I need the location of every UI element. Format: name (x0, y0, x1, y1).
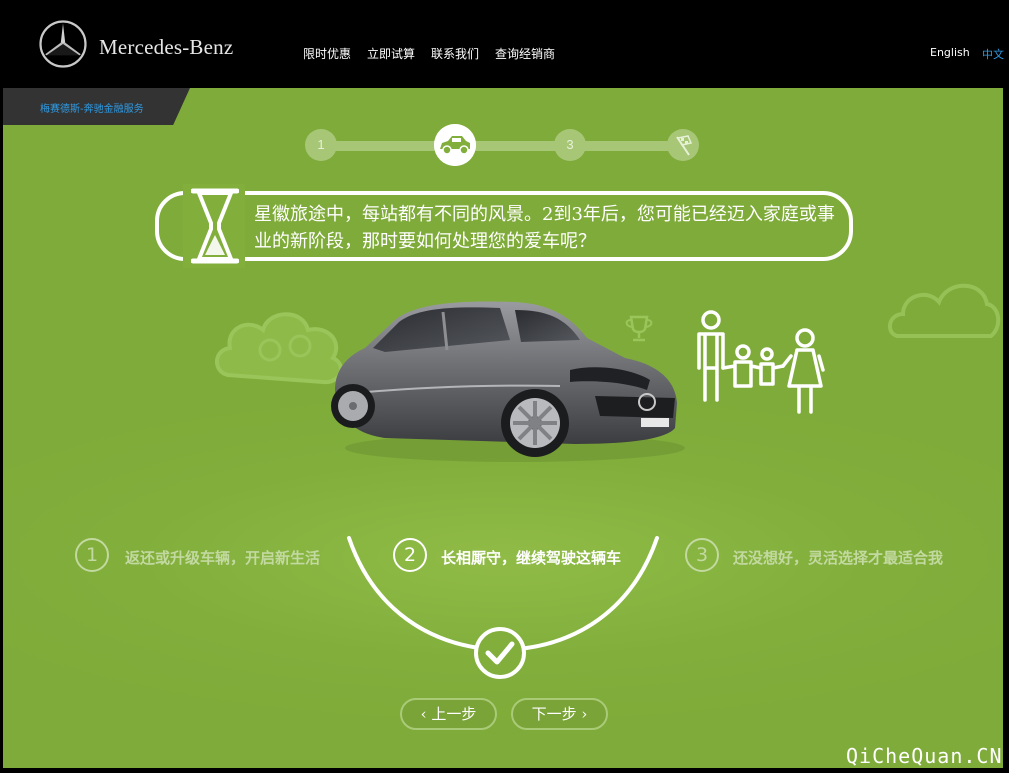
lang-chinese[interactable]: 中文 (982, 46, 1004, 62)
lang-english[interactable]: English (930, 46, 970, 59)
next-step-button[interactable]: 下一步 › (511, 698, 608, 730)
chevron-right-icon: › (576, 705, 588, 723)
car-image (331, 301, 685, 462)
nav-item-offers[interactable]: 限时优惠 (303, 45, 351, 62)
option-3-label[interactable]: 还没想好，灵活选择才最适合我 (733, 547, 943, 568)
progress-track (321, 141, 695, 151)
breadcrumb-link[interactable]: 梅赛德斯-奔驰金融服务 (40, 100, 144, 115)
progress-step-current (434, 124, 476, 166)
watermark-text: QiCheQuan.CN (846, 744, 1003, 768)
hourglass-icon (191, 188, 239, 264)
progress-step-1: 1 (305, 129, 337, 161)
family-icon (697, 310, 825, 414)
mercedes-star-logo[interactable] (38, 19, 88, 69)
question-text: 星徽旅途中，每站都有不同的风景。2到3年后，您可能已经迈入家庭或事业的新阶段，那… (254, 204, 835, 252)
progress-step-3: 3 (554, 129, 586, 161)
chevron-left-icon: ‹ (420, 705, 432, 723)
header-bar: Mercedes-Benz 限时优惠 立即试算 联系我们 查询经销商 Engli… (0, 0, 1009, 88)
checkmark-icon (485, 641, 515, 665)
cloud-icon (887, 283, 1001, 338)
option-1-label[interactable]: 返还或升级车辆，开启新生活 (125, 547, 320, 568)
nav-item-contact[interactable]: 联系我们 (431, 45, 479, 62)
prev-step-label: 上一步 (431, 705, 477, 723)
next-step-label: 下一步 (531, 705, 577, 723)
prev-step-button[interactable]: ‹ 上一步 (400, 698, 497, 730)
brand-name: Mercedes-Benz (99, 35, 234, 59)
option-3-number[interactable]: 3 (685, 538, 719, 572)
option-1-number[interactable]: 1 (75, 538, 109, 572)
nav-item-dealer[interactable]: 查询经销商 (495, 45, 555, 62)
progress-step-finish (667, 129, 699, 161)
confirm-check-button[interactable] (474, 627, 526, 679)
main-panel: 梅赛德斯-奔驰金融服务 1 3 星徽旅途中，每站都有不同的风景。2到3年后，您可… (3, 88, 1003, 768)
checkered-flag-icon (676, 135, 693, 156)
car-icon (434, 124, 476, 166)
nav-item-calculator[interactable]: 立即试算 (367, 45, 415, 62)
